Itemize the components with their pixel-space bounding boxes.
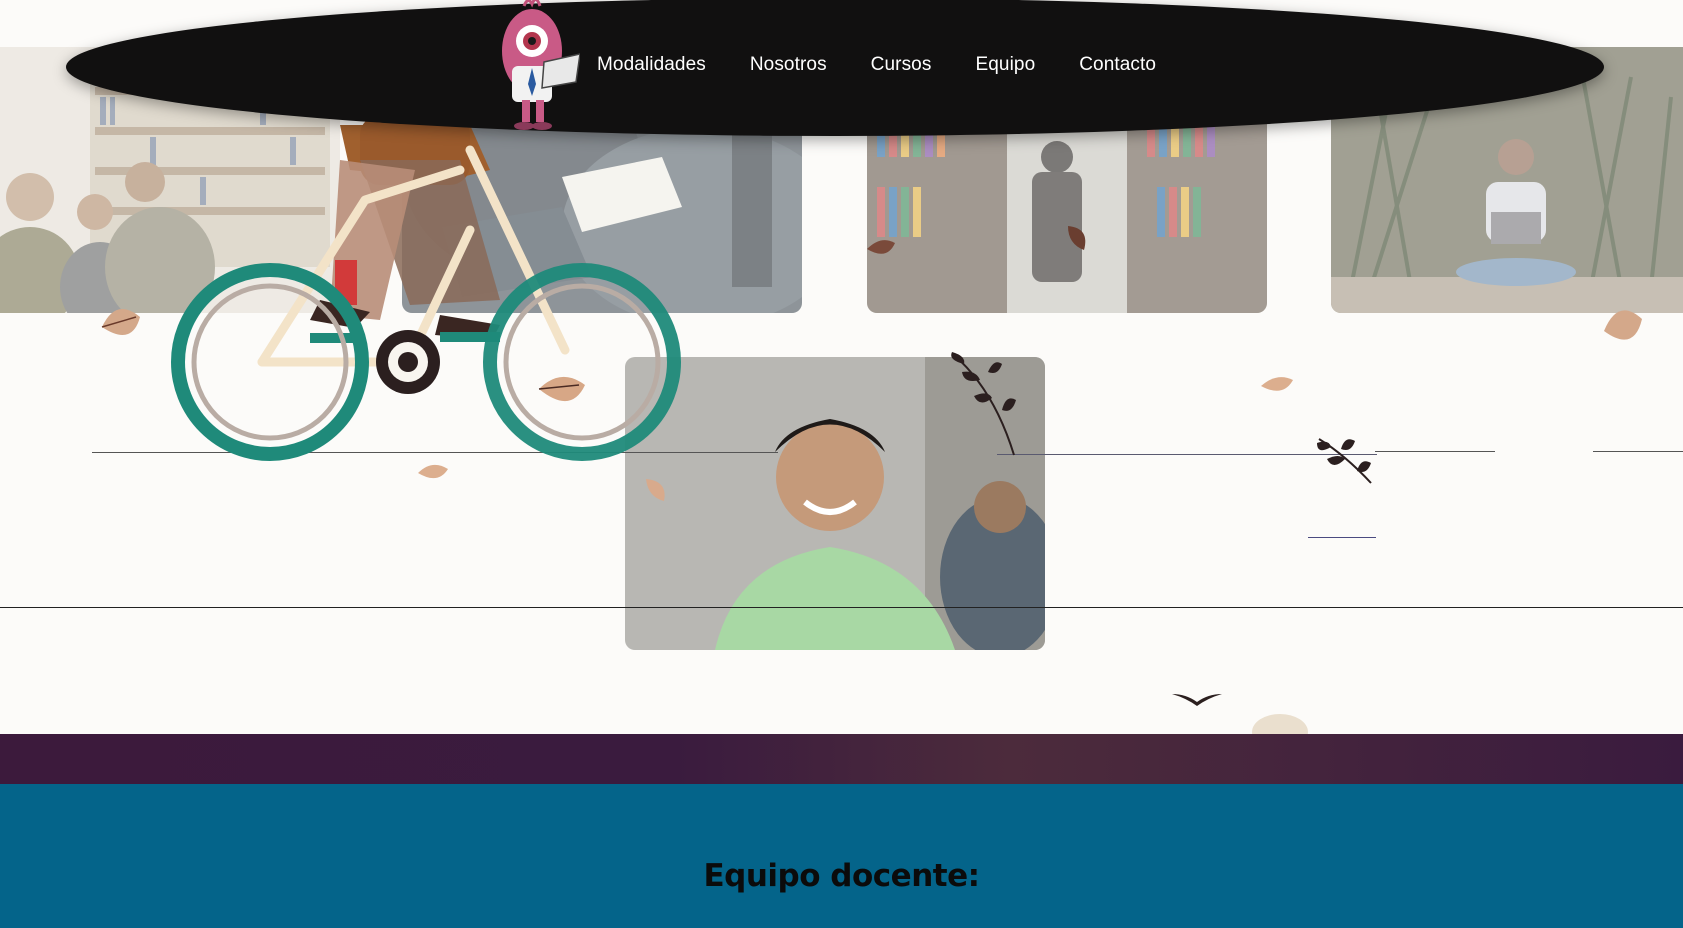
divider-line <box>1375 451 1495 452</box>
nav-link-nosotros[interactable]: Nosotros <box>750 54 827 76</box>
team-section: Equipo docente: <box>0 784 1683 928</box>
leaf-icon <box>418 464 448 479</box>
site-logo-mascot[interactable] <box>484 0 581 136</box>
nav-link-equipo[interactable]: Equipo <box>975 54 1035 76</box>
cloud-shape <box>1252 714 1308 736</box>
team-section-heading: Equipo docente: <box>703 858 980 894</box>
bird-icon <box>1172 694 1222 706</box>
leaf-icon <box>1604 310 1642 340</box>
leaf-icon <box>1068 226 1086 250</box>
nav-link-contacto[interactable]: Contacto <box>1079 54 1156 76</box>
nav-link-cursos[interactable]: Cursos <box>871 54 932 76</box>
nav-menu: Modalidades Nosotros Cursos Equipo Conta… <box>597 54 1156 76</box>
branch-icon <box>951 352 1016 456</box>
leaf-icon <box>101 309 140 335</box>
purple-banner-strip <box>0 734 1683 784</box>
divider-line <box>1308 537 1376 538</box>
divider-line <box>0 607 1683 608</box>
leaf-icon <box>1261 377 1293 391</box>
divider-line <box>1593 451 1683 452</box>
leaf-icon <box>538 376 585 402</box>
nav-link-modalidades[interactable]: Modalidades <box>597 54 706 76</box>
leaf-icon <box>867 240 895 254</box>
bicycle-rider-illustration <box>170 100 690 470</box>
leaf-icon <box>646 479 665 501</box>
branch-icon <box>1317 438 1372 484</box>
